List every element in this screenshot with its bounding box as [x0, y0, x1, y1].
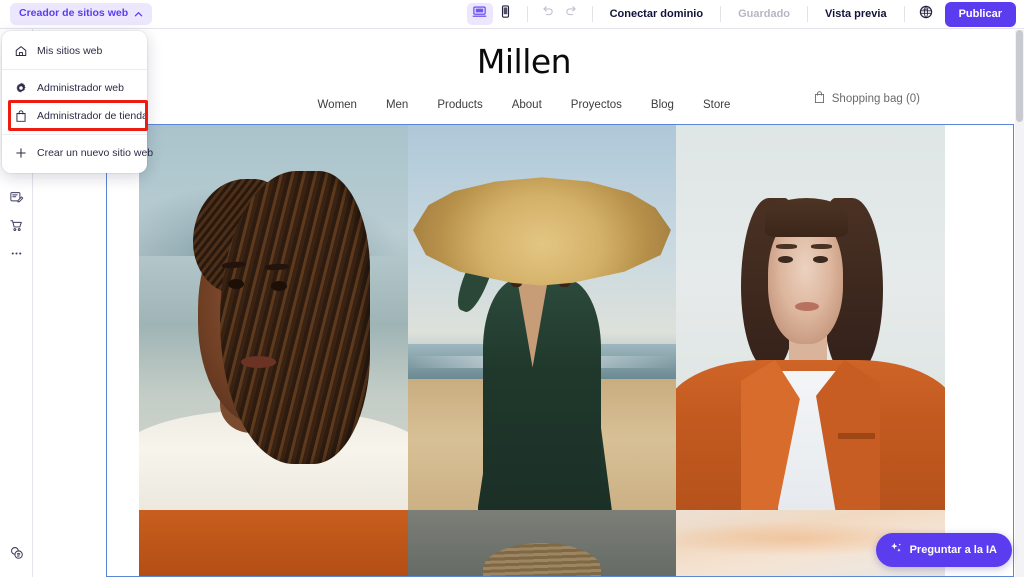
site-nav-item-men[interactable]: Men: [386, 99, 408, 111]
site-builder-menu-button[interactable]: Creador de sitios web: [10, 3, 153, 25]
decor-eye-left: [227, 279, 244, 289]
gallery-image-5[interactable]: [407, 510, 677, 576]
gallery-grid: [107, 125, 1013, 576]
mobile-icon: [498, 4, 513, 24]
shopping-bag-icon: [14, 109, 28, 123]
shopping-bag-link[interactable]: Shopping bag (0): [813, 90, 920, 107]
rail-item-more[interactable]: [0, 242, 33, 270]
site-nav-item-proyectos[interactable]: Proyectos: [571, 99, 622, 111]
shopping-bag-label: Shopping bag (0): [831, 92, 920, 105]
pages-icon: [9, 190, 24, 210]
site-logo: Millen: [476, 42, 572, 81]
chevron-up-icon: [134, 9, 143, 18]
gallery-image-3[interactable]: [676, 125, 945, 510]
decor-brow-left: [775, 244, 798, 249]
site-header: Millen Women Men Products About Proyecto…: [33, 29, 1015, 123]
saved-status: Guardado: [738, 8, 791, 20]
menu-item-label: Mis sitios web: [37, 44, 103, 57]
ask-ai-label: Preguntar a la IA: [909, 543, 997, 556]
website-builder-window: Creador de sitios web Conectar dominio G…: [0, 0, 1024, 577]
decor-braids: [219, 171, 371, 464]
topbar-actions: Conectar dominio Guardado Vista previa P…: [466, 0, 1024, 28]
gallery-image-4[interactable]: [139, 510, 408, 576]
desktop-view-button[interactable]: [466, 3, 493, 25]
site-nav-item-blog[interactable]: Blog: [651, 99, 674, 111]
site-nav-item-women[interactable]: Women: [318, 99, 357, 111]
shopping-bag-icon: [813, 90, 826, 107]
divider: [903, 6, 905, 22]
redo-icon: [564, 4, 579, 24]
canvas-scrollbar-thumb[interactable]: [1016, 30, 1023, 122]
ask-ai-button[interactable]: Preguntar a la IA: [875, 533, 1012, 567]
decor-lips: [241, 356, 276, 368]
desktop-icon: [472, 4, 487, 24]
preview-button[interactable]: Vista previa: [816, 8, 896, 20]
menu-divider: [2, 134, 147, 135]
gallery-section-selected[interactable]: [106, 124, 1014, 577]
menu-item-label: Administrador de tienda: [37, 109, 148, 122]
undo-icon: [540, 4, 555, 24]
sparkle-icon: [889, 541, 903, 558]
decor-hair: [482, 543, 602, 576]
menu-item-web-manager[interactable]: Administrador web: [2, 74, 147, 102]
gallery-image-1[interactable]: [139, 125, 408, 510]
divider: [591, 6, 593, 22]
site-builder-menu-label: Creador de sitios web: [19, 7, 129, 20]
site-canvas[interactable]: Millen Women Men Products About Proyecto…: [33, 29, 1015, 577]
decor-hair-top: [764, 198, 849, 237]
publish-button[interactable]: Publicar: [944, 1, 1016, 27]
site-nav-item-products[interactable]: Products: [437, 99, 482, 111]
site-nav-item-store[interactable]: Store: [703, 99, 731, 111]
decor-brow-right: [810, 244, 833, 249]
menu-item-my-websites[interactable]: Mis sitios web: [2, 37, 147, 65]
menu-item-label: Administrador web: [37, 81, 124, 94]
mobile-view-button[interactable]: [493, 3, 519, 25]
gallery-image-2[interactable]: [407, 125, 677, 510]
divider: [807, 6, 809, 22]
rail-item-store[interactable]: [0, 214, 33, 242]
decor-dress: [482, 279, 602, 510]
divider: [720, 6, 722, 22]
menu-item-store-manager[interactable]: Administrador de tienda: [2, 102, 148, 130]
language-button[interactable]: [913, 2, 939, 26]
decor-eye-right: [813, 255, 829, 263]
redo-button[interactable]: [560, 3, 584, 25]
store-cart-icon: [9, 218, 24, 238]
decor-eye-right: [270, 280, 287, 291]
help-support-button[interactable]: [0, 541, 33, 569]
site-nav-item-about[interactable]: About: [512, 99, 542, 111]
divider: [526, 6, 528, 22]
menu-item-label: Crear un nuevo sitio web: [37, 146, 154, 159]
canvas-scrollbar-track[interactable]: [1015, 30, 1024, 577]
more-options-icon: [9, 246, 24, 266]
rail-item-pages[interactable]: [0, 186, 33, 214]
decor-pocket: [837, 433, 876, 440]
plus-icon: [14, 146, 28, 160]
editor-topbar: Creador de sitios web Conectar dominio G…: [0, 0, 1024, 29]
decor-eye-left: [778, 255, 794, 263]
help-support-icon: [9, 545, 25, 566]
decor-straw-hat: [413, 177, 671, 286]
globe-icon: [918, 4, 934, 25]
connect-domain-button[interactable]: Conectar dominio: [601, 8, 713, 20]
undo-button[interactable]: [536, 3, 560, 25]
menu-divider: [2, 69, 147, 70]
home-icon: [14, 44, 28, 58]
site-navigation: Women Men Products About Proyectos Blog …: [318, 99, 731, 111]
menu-item-create-new-website[interactable]: Crear un nuevo sitio web: [2, 139, 153, 167]
site-builder-dropdown-menu: Mis sitios web Administrador web Adminis…: [2, 31, 153, 173]
gear-icon: [14, 81, 28, 95]
